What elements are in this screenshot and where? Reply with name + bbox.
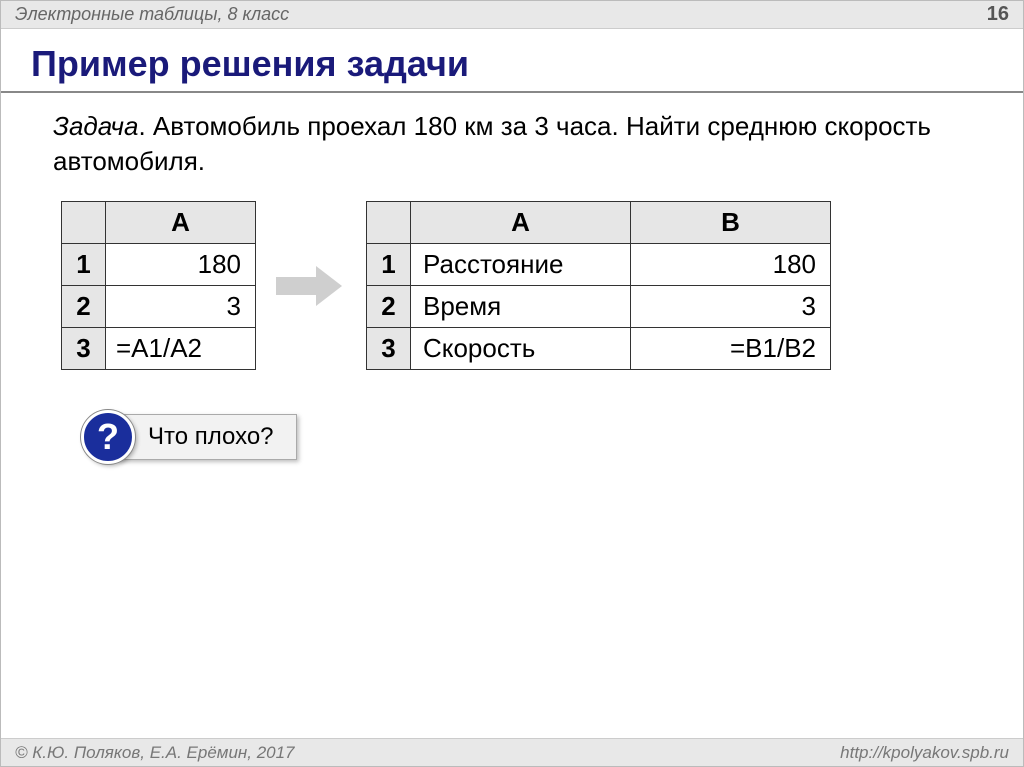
- slide-title: Пример решения задачи: [1, 29, 1023, 93]
- spreadsheet-table-1: A 1 180 2 3 3 =A1/A2: [61, 201, 256, 370]
- table2-corner: [367, 202, 411, 244]
- table2-cell-b2: 3: [631, 286, 831, 328]
- table-row: 1 Расстояние 180: [367, 244, 831, 286]
- table2-cell-b1: 180: [631, 244, 831, 286]
- task-label: Задача: [53, 111, 138, 141]
- table2-row-1: 1: [367, 244, 411, 286]
- table2-cell-a1: Расстояние: [411, 244, 631, 286]
- table1-cell-a1: 180: [106, 244, 256, 286]
- table-row: 1 180: [62, 244, 256, 286]
- tables-row: A 1 180 2 3 3 =A1/A2: [61, 201, 993, 370]
- table2-cell-a3: Скорость: [411, 328, 631, 370]
- table2-col-b: B: [631, 202, 831, 244]
- subject-label: Электронные таблицы, 8 класс: [15, 4, 289, 25]
- copyright-text: © К.Ю. Поляков, Е.А. Ерёмин, 2017: [15, 743, 295, 763]
- spreadsheet-table-2: A B 1 Расстояние 180 2 Время 3 3 Скорост…: [366, 201, 831, 370]
- question-callout: ? Что плохо?: [81, 410, 297, 464]
- task-body: . Автомобиль проехал 180 км за 3 часа. Н…: [53, 111, 931, 176]
- table2-cell-b3: =B1/B2: [631, 328, 831, 370]
- slide-body: Задача. Автомобиль проехал 180 км за 3 ч…: [1, 103, 1023, 470]
- table1-row-3: 3: [62, 328, 106, 370]
- header-bar: Электронные таблицы, 8 класс 16: [1, 1, 1023, 29]
- table2-row-3: 3: [367, 328, 411, 370]
- page-number: 16: [987, 3, 1009, 26]
- table2-col-a: A: [411, 202, 631, 244]
- table1-row-2: 2: [62, 286, 106, 328]
- question-mark-icon: ?: [81, 410, 135, 464]
- table-row: 3 =A1/A2: [62, 328, 256, 370]
- task-text: Задача. Автомобиль проехал 180 км за 3 ч…: [53, 109, 971, 179]
- footer-bar: © К.Ю. Поляков, Е.А. Ерёмин, 2017 http:/…: [1, 738, 1023, 766]
- table2-row-2: 2: [367, 286, 411, 328]
- table-row: 3 Скорость =B1/B2: [367, 328, 831, 370]
- table-row: 2 Время 3: [367, 286, 831, 328]
- table-row: 2 3: [62, 286, 256, 328]
- table1-cell-a2: 3: [106, 286, 256, 328]
- table2-cell-a2: Время: [411, 286, 631, 328]
- table1-corner: [62, 202, 106, 244]
- footer-url: http://kpolyakov.spb.ru: [840, 743, 1009, 763]
- table1-row-1: 1: [62, 244, 106, 286]
- table1-col-a: A: [106, 202, 256, 244]
- table1-cell-a3: =A1/A2: [106, 328, 256, 370]
- slide: Электронные таблицы, 8 класс 16 Пример р…: [0, 0, 1024, 767]
- arrow-right-icon: [276, 266, 346, 306]
- question-text: Что плохо?: [117, 414, 297, 460]
